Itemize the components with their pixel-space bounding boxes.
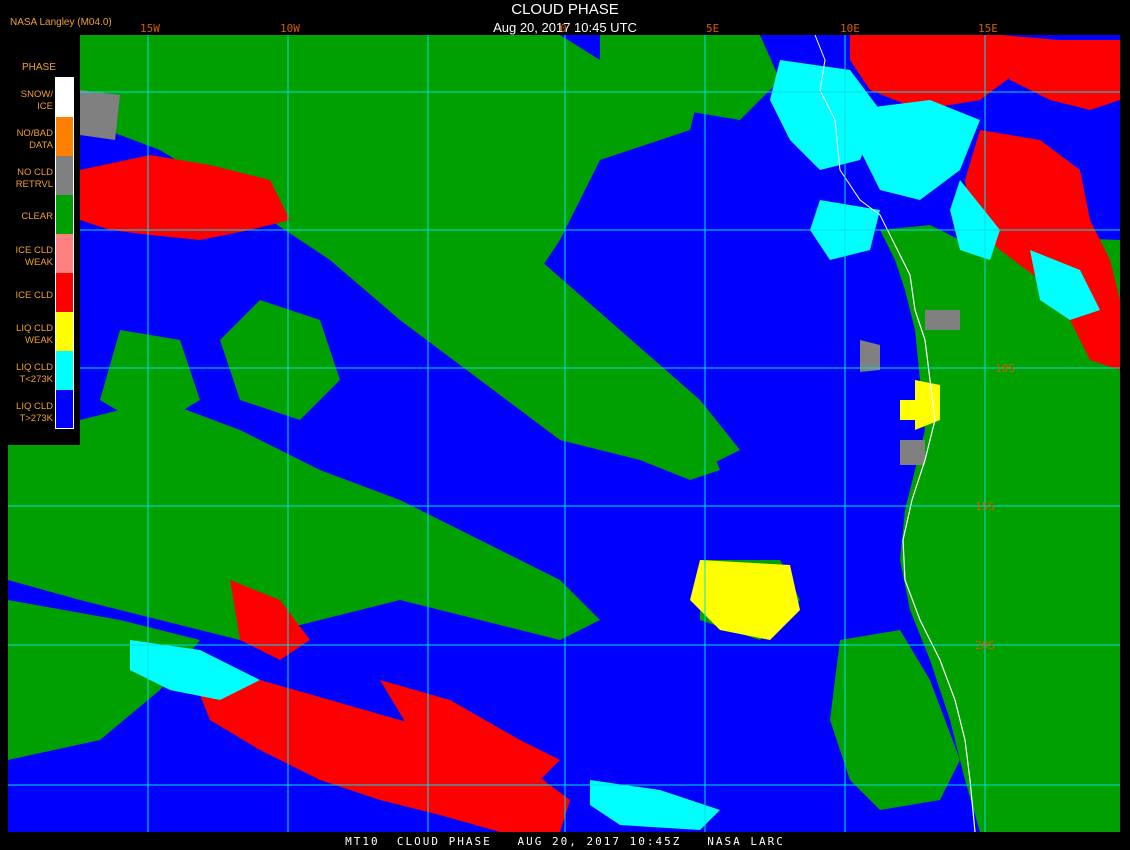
legend-label-no-cld-retrvl: NO CLD RETRVL (15, 167, 53, 190)
lon-label-10w: 10W (280, 22, 300, 35)
lat-label-15s: 15S (975, 500, 995, 513)
legend-label-liq-cld-cold: LIQ CLD T<273K (16, 362, 53, 385)
cloud-phase-map (0, 34, 1120, 833)
lon-label-0: 0 (560, 22, 567, 35)
legend-border (55, 77, 74, 429)
legend-label-liq-cld-warm: LIQ CLD T>273K (16, 401, 53, 424)
lon-label-10e: 10E (840, 22, 860, 35)
legend-label-ice-cld-weak: ICE CLD WEAK (15, 245, 53, 268)
lat-label-20s: 20S (975, 639, 995, 652)
legend-title: PHASE (22, 62, 56, 73)
legend-label-no-bad-data: NO/BAD DATA (16, 128, 53, 151)
lon-label-15e: 15E (978, 22, 998, 35)
legend-label-clear: CLEAR (21, 211, 53, 222)
lon-label-5e: 5E (706, 22, 720, 35)
footer-caption: MT10 CLOUD PHASE AUG 20, 2017 10:45Z NAS… (345, 835, 785, 848)
credit-label: NASA Langley (M04.0) (10, 17, 112, 28)
legend-label-snow-ice: SNOW/ ICE (20, 89, 53, 112)
legend-label-ice-cld: ICE CLD (15, 290, 53, 301)
map-title: CLOUD PHASE (511, 1, 619, 18)
legend-label-liq-cld-weak: LIQ CLD WEAK (16, 323, 53, 346)
lon-label-15w: 15W (140, 22, 160, 35)
lat-label-10s: 10S (995, 362, 1015, 375)
